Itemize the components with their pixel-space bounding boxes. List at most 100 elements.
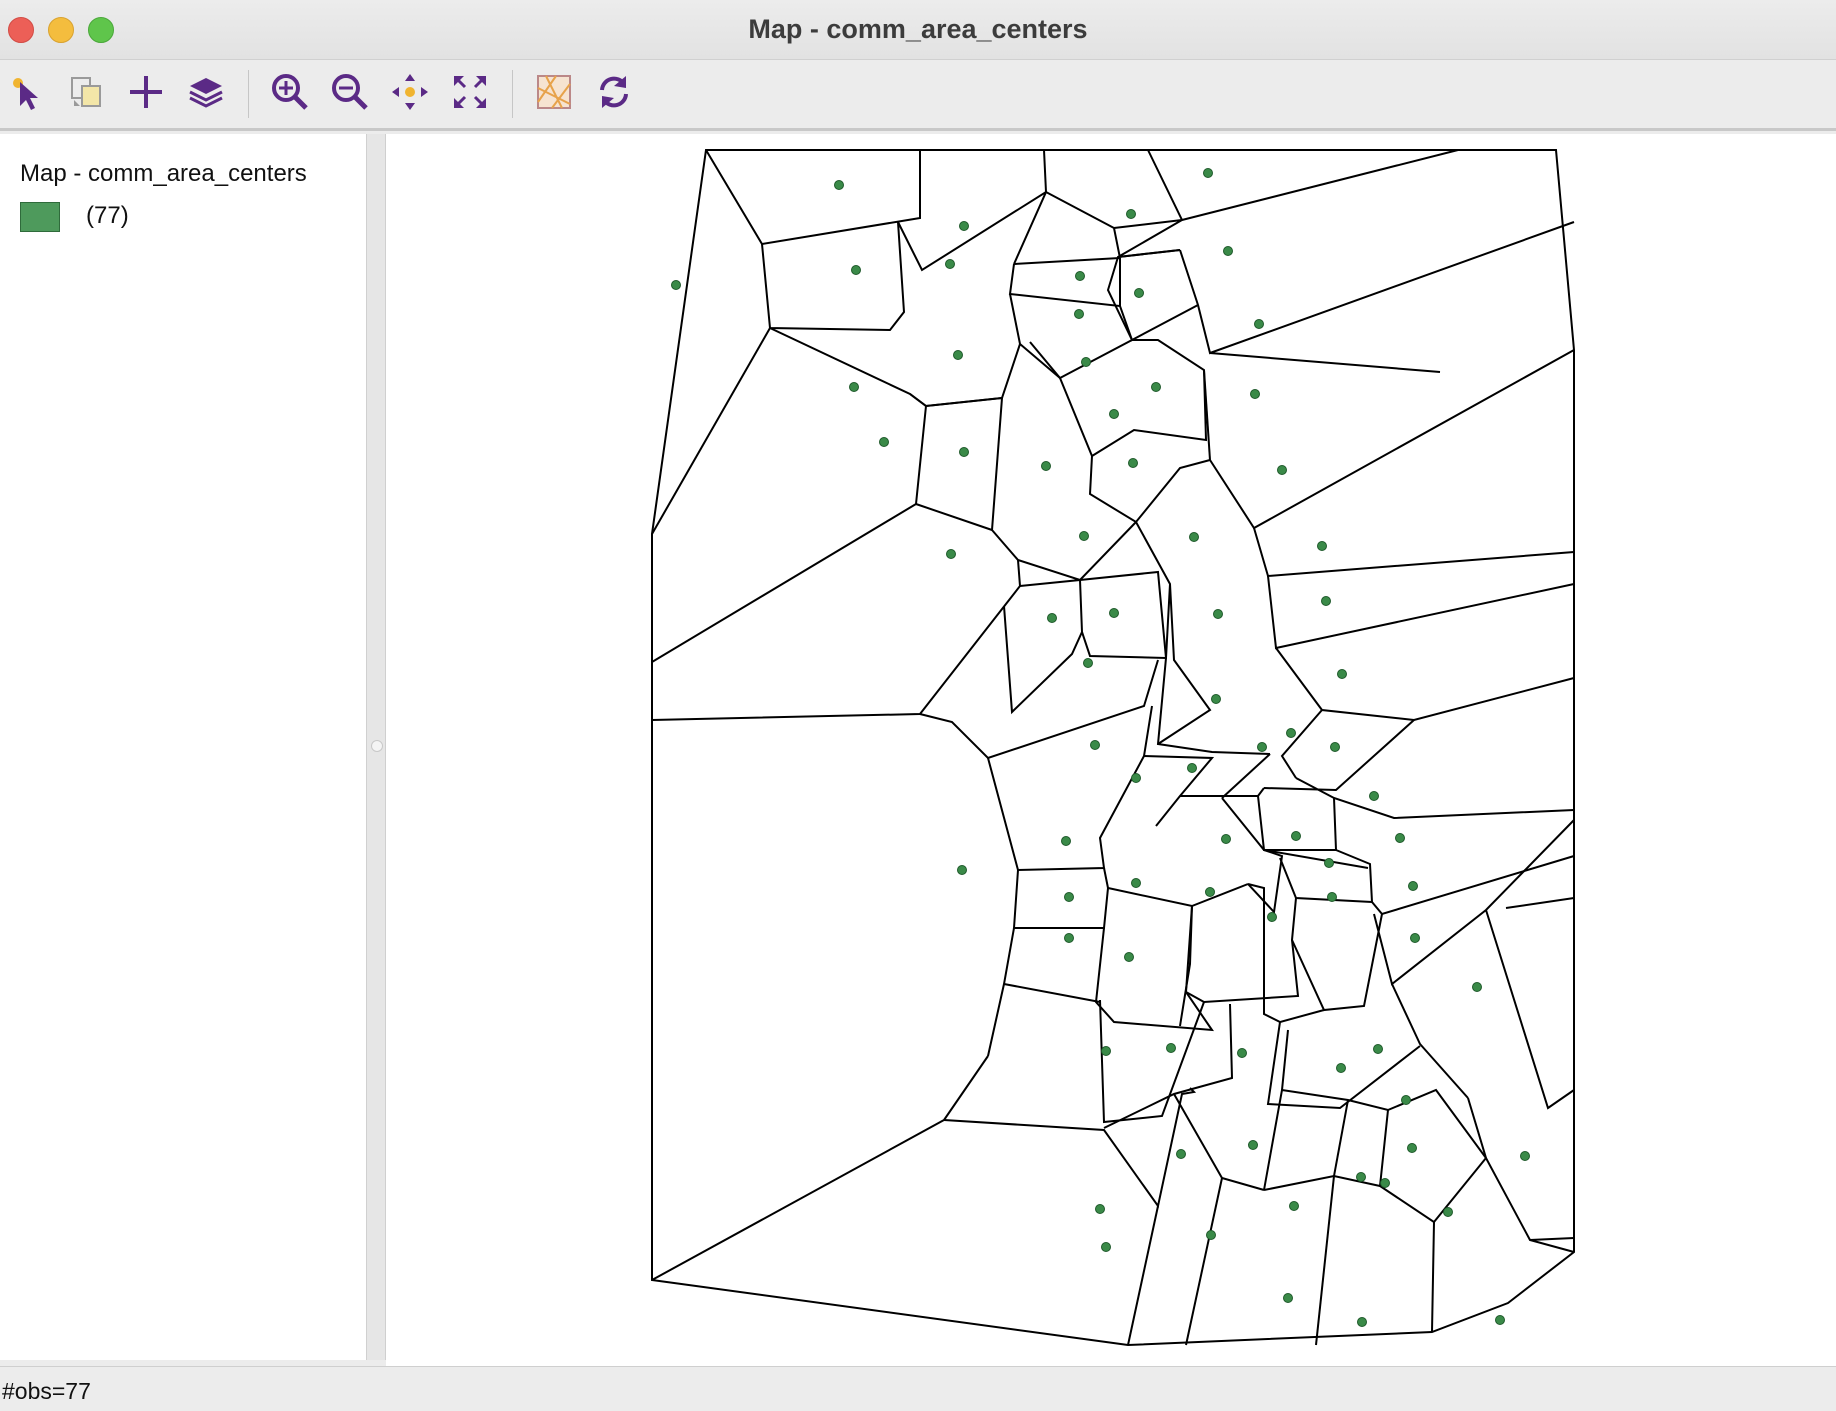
community-area-center-point[interactable] <box>957 865 967 875</box>
community-area-center-point[interactable] <box>1081 357 1091 367</box>
community-area-center-point[interactable] <box>1205 887 1215 897</box>
copy-image-icon[interactable] <box>64 70 108 114</box>
community-area-center-point[interactable] <box>1206 1230 1216 1240</box>
community-area-center-point[interactable] <box>1211 694 1221 704</box>
community-area-center-point[interactable] <box>1047 613 1057 623</box>
community-area-center-point[interactable] <box>1101 1046 1111 1056</box>
community-area-center-point[interactable] <box>1248 1140 1258 1150</box>
community-area-center-point[interactable] <box>851 265 861 275</box>
community-area-center-point[interactable] <box>1520 1151 1530 1161</box>
community-area-center-point[interactable] <box>1223 246 1233 256</box>
refresh-icon[interactable] <box>592 70 636 114</box>
community-area-center-point[interactable] <box>1289 1201 1299 1211</box>
splitter-handle[interactable] <box>371 740 383 752</box>
community-area-center-point[interactable] <box>1410 933 1420 943</box>
community-area-center-point[interactable] <box>1095 1204 1105 1214</box>
community-area-center-point[interactable] <box>1283 1293 1293 1303</box>
voronoi-map[interactable] <box>386 134 1836 1366</box>
community-area-center-point[interactable] <box>1079 531 1089 541</box>
legend-panel: Map - comm_area_centers (77) <box>0 134 367 1360</box>
community-area-center-point[interactable] <box>1131 878 1141 888</box>
community-area-center-point[interactable] <box>1324 858 1334 868</box>
basemap-icon[interactable] <box>532 70 576 114</box>
community-area-center-point[interactable] <box>1321 596 1331 606</box>
select-pointer-icon[interactable] <box>6 70 50 114</box>
legend-swatch[interactable] <box>20 202 60 232</box>
community-area-center-point[interactable] <box>959 221 969 231</box>
legend-count-label: (77) <box>86 202 129 229</box>
community-area-center-point[interactable] <box>1061 836 1071 846</box>
community-area-center-point[interactable] <box>834 180 844 190</box>
toolbar-separator <box>248 70 249 118</box>
community-area-center-point[interactable] <box>1126 209 1136 219</box>
community-area-center-point[interactable] <box>1257 742 1267 752</box>
community-area-center-point[interactable] <box>1380 1178 1390 1188</box>
community-area-center-point[interactable] <box>1286 728 1296 738</box>
community-area-center-point[interactable] <box>1237 1048 1247 1058</box>
community-area-center-point[interactable] <box>1213 609 1223 619</box>
community-area-center-point[interactable] <box>1166 1043 1176 1053</box>
community-area-center-point[interactable] <box>1189 532 1199 542</box>
community-area-center-point[interactable] <box>1131 773 1141 783</box>
community-area-center-point[interactable] <box>1075 271 1085 281</box>
toolbar <box>0 60 1836 131</box>
community-area-center-point[interactable] <box>1250 389 1260 399</box>
community-area-center-point[interactable] <box>1495 1315 1505 1325</box>
community-area-center-point[interactable] <box>671 280 681 290</box>
add-layer-icon[interactable] <box>124 70 168 114</box>
community-area-center-point[interactable] <box>1083 658 1093 668</box>
full-extent-icon[interactable] <box>448 70 492 114</box>
community-area-center-point[interactable] <box>1267 912 1277 922</box>
community-area-center-point[interactable] <box>1317 541 1327 551</box>
community-area-center-point[interactable] <box>1407 1143 1417 1153</box>
community-area-center-point[interactable] <box>1124 952 1134 962</box>
community-area-center-point[interactable] <box>849 382 859 392</box>
community-area-center-point[interactable] <box>1134 288 1144 298</box>
community-area-center-point[interactable] <box>1336 1063 1346 1073</box>
community-area-center-point[interactable] <box>1408 881 1418 891</box>
toolbar-separator <box>512 70 513 118</box>
community-area-center-point[interactable] <box>1337 669 1347 679</box>
community-area-center-point[interactable] <box>1254 319 1264 329</box>
zoom-out-icon[interactable] <box>328 70 372 114</box>
community-area-center-point[interactable] <box>1109 409 1119 419</box>
legend-title: Map - comm_area_centers <box>20 160 307 187</box>
community-area-center-point[interactable] <box>1128 458 1138 468</box>
community-area-center-point[interactable] <box>1064 933 1074 943</box>
community-area-center-point[interactable] <box>953 350 963 360</box>
zoom-in-icon[interactable] <box>268 70 312 114</box>
community-area-center-point[interactable] <box>1203 168 1213 178</box>
community-area-center-point[interactable] <box>1369 791 1379 801</box>
community-area-center-point[interactable] <box>1395 833 1405 843</box>
community-area-center-point[interactable] <box>1357 1317 1367 1327</box>
community-area-center-point[interactable] <box>945 259 955 269</box>
community-area-center-point[interactable] <box>1373 1044 1383 1054</box>
observation-count: #obs=77 <box>2 1378 91 1404</box>
community-area-center-point[interactable] <box>1101 1242 1111 1252</box>
layers-icon[interactable] <box>184 70 228 114</box>
community-area-center-point[interactable] <box>1074 309 1084 319</box>
map-canvas[interactable] <box>386 134 1836 1366</box>
community-area-center-point[interactable] <box>1356 1172 1366 1182</box>
community-area-center-point[interactable] <box>1176 1149 1186 1159</box>
community-area-center-point[interactable] <box>1151 382 1161 392</box>
community-area-center-point[interactable] <box>1221 834 1231 844</box>
pan-icon[interactable] <box>388 70 432 114</box>
community-area-center-point[interactable] <box>1064 892 1074 902</box>
community-area-center-point[interactable] <box>1291 831 1301 841</box>
community-area-center-point[interactable] <box>1277 465 1287 475</box>
community-area-center-point[interactable] <box>1327 892 1337 902</box>
community-area-center-point[interactable] <box>1443 1207 1453 1217</box>
title-bar: Map - comm_area_centers <box>0 0 1836 60</box>
community-area-center-point[interactable] <box>946 549 956 559</box>
community-area-center-point[interactable] <box>1187 763 1197 773</box>
community-area-center-point[interactable] <box>959 447 969 457</box>
community-area-center-point[interactable] <box>879 437 889 447</box>
community-area-center-point[interactable] <box>1109 608 1119 618</box>
community-area-center-point[interactable] <box>1401 1095 1411 1105</box>
community-area-center-point[interactable] <box>1090 740 1100 750</box>
community-area-center-point[interactable] <box>1041 461 1051 471</box>
community-area-center-point[interactable] <box>1330 742 1340 752</box>
community-area-center-point[interactable] <box>1472 982 1482 992</box>
panel-splitter[interactable] <box>367 134 386 1360</box>
